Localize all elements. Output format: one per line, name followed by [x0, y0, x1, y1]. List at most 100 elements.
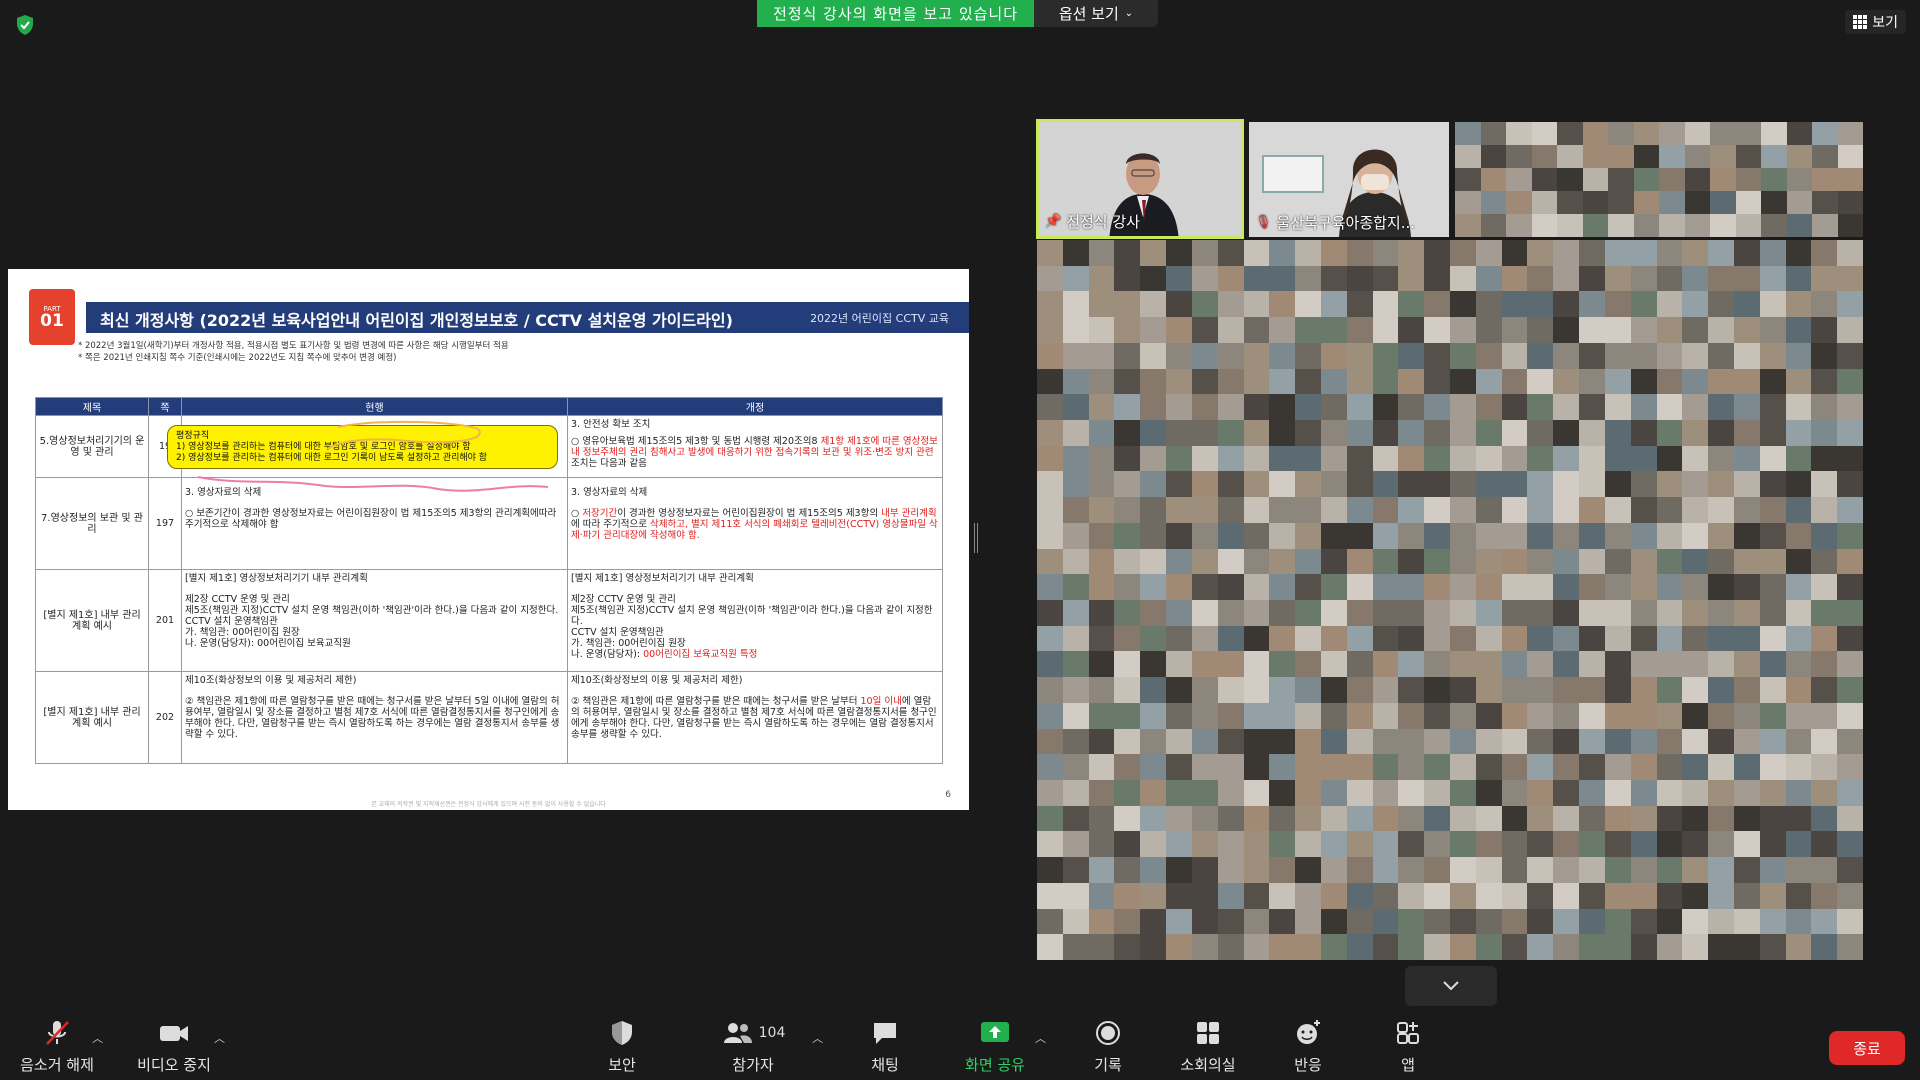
security-button[interactable]: 보안 [572, 1018, 672, 1075]
revised-body: ② 책임관은 제1항에 따른 열람청구를 받은 때에는 청구서를 받은 날부터 … [571, 696, 939, 740]
share-screen-label: 화면 공유 [965, 1056, 1025, 1074]
revised-text: 에 따라 주기적으로 [571, 519, 650, 530]
participants-button[interactable]: 104 참가자 [703, 1018, 803, 1075]
share-screen-icon [981, 1022, 1009, 1042]
participant-count: 104 [758, 1025, 786, 1041]
meeting-toolbar: 음소거 해제 ︿ 비디오 중지 ︿ 보안 104 참가자 ︿ 채팅 화면 공유 [0, 1010, 1920, 1080]
stop-video-label: 비디오 중지 [137, 1056, 211, 1074]
reactions-button[interactable]: 반응 [1258, 1018, 1358, 1075]
revised-head: 3. 안전성 확보 조치 [571, 419, 651, 430]
breakout-rooms-label: 소회의실 [1180, 1056, 1236, 1074]
slide-title-bar: 최신 개정사항 (2022년 보육사업안내 어린이집 개인정보보호 / CCTV… [86, 302, 969, 333]
row-page: 197 [148, 477, 182, 570]
table-row: [별지 제1호] 내부 관리계획 예시 201 [별지 제1호] 영상정보처리기… [35, 569, 943, 672]
video-camera-icon [160, 1026, 188, 1041]
now-body: ○ 보존기간이 경과한 영상정보자료는 어린이집원장이 법 제15조의5 제3항… [185, 508, 557, 530]
apps-button[interactable]: 앱 [1358, 1018, 1458, 1075]
audio-options-caret[interactable]: ︿ [92, 1030, 103, 1046]
presenter-name: 전정식 강사 [1066, 213, 1140, 231]
share-options-caret[interactable]: ︿ [1035, 1030, 1046, 1046]
now-body: ② 책임관은 제1항에 따른 열람청구를 받은 때에는 청구서를 받은 날부터 … [185, 696, 560, 740]
participants-options-caret[interactable]: ︿ [812, 1030, 823, 1046]
part-badge: PART 01 [29, 289, 75, 345]
row-title: [별지 제1호] 내부 관리계획 예시 [35, 569, 149, 672]
participant-name: 울산북구육아종합지... [1276, 214, 1416, 232]
row-revised: 3. 영상자료의 삭제 ○ 저장기간이 경과한 영상정보자료는 어린이집원장이 … [567, 477, 943, 570]
col-header-page: 쪽 [148, 397, 182, 416]
participants-icon-group: 104 [721, 1018, 786, 1048]
part-label: PART [43, 305, 61, 313]
reactions-label: 반응 [1294, 1056, 1322, 1074]
revised-red-text: 00어린이집 보육교직원 특정 [643, 649, 758, 660]
slide-header-right: 2022년 어린이집 CCTV 교육 [810, 312, 949, 325]
row-revised: 3. 안전성 확보 조치 ○ 영유아보육법 제15조의5 제3항 및 동법 시행… [567, 415, 943, 478]
video-tile-pixelated-top[interactable] [1455, 122, 1863, 237]
revised-text: 조치는 다음과 같음 [571, 458, 647, 469]
apps-label: 앱 [1401, 1056, 1415, 1074]
record-icon [1096, 1021, 1120, 1045]
row-revised: 제10조(화상정보의 이용 및 제공처리 제한) ② 책임관은 제1항에 따른 … [567, 671, 943, 764]
col-header-title: 제목 [35, 397, 149, 416]
view-options-button[interactable]: 옵션 보기 ⌄ [1034, 0, 1158, 27]
security-label: 보안 [608, 1056, 636, 1074]
table-row: [별지 제1호] 내부 관리계획 예시 202 제10조(화상정보의 이용 및 … [35, 671, 943, 764]
row-title: 7.영상정보의 보관 및 관리 [35, 477, 149, 570]
shared-screen-slide: 최신 개정사항 (2022년 보육사업안내 어린이집 개인정보보호 / CCTV… [8, 269, 969, 810]
slide-title: 최신 개정사항 (2022년 보육사업안내 어린이집 개인정보보호 / CCTV… [100, 311, 733, 330]
shield-icon [612, 1021, 632, 1045]
apps-icon [1397, 1022, 1419, 1044]
chevron-down-icon: ⌄ [1124, 8, 1134, 19]
share-screen-button[interactable]: 화면 공유 [945, 1018, 1045, 1075]
revised-text: 이 경과한 영상정보자료는 어린이집원장이 법 제15조의5 제3항의 [617, 508, 882, 519]
slide-copyright: 본 교재의 저작권 및 지적재산권은 전정식 강사에게 있으며 사전 동의 없이… [371, 801, 606, 808]
sharing-text: 전정식 강사의 화면을 보고 있습니다 [772, 5, 1019, 23]
end-meeting-button[interactable]: 종료 [1829, 1031, 1905, 1065]
revised-text: ② 책임관은 제1항에 따른 열람청구를 받은 때에는 청구서를 받은 날부터 [571, 696, 861, 707]
revised-head: [별지 제1호] 영상정보처리기기 내부 관리계획 [571, 573, 754, 584]
part-number: 01 [40, 311, 64, 331]
layout-view-button[interactable]: 보기 [1845, 10, 1906, 34]
table-header-row: 제목 쪽 현행 개정 [35, 397, 943, 416]
row-revised: [별지 제1호] 영상정보처리기기 내부 관리계획 제2장 CCTV 운영 및 … [567, 569, 943, 672]
revised-text: ○ [571, 508, 583, 519]
revised-red-text: 내부 관리계획 [881, 508, 937, 519]
chevron-down-icon [1443, 981, 1459, 991]
chat-button[interactable]: 채팅 [835, 1018, 935, 1075]
now-head: [별지 제1호] 영상정보처리기기 내부 관리계획 [185, 573, 368, 584]
revised-text: ○ 영유아보육법 제15조의5 제3항 및 동법 시행령 제20조의8 [571, 436, 821, 447]
revised-red-text: 10일 이내 [860, 696, 902, 707]
video-options-caret[interactable]: ︿ [214, 1030, 225, 1046]
smiley-plus-icon [1297, 1020, 1320, 1044]
row-title: 5.영상정보처리기기의 운영 및 관리 [35, 415, 149, 478]
col-header-now: 현행 [181, 397, 568, 416]
row-page: 202 [148, 671, 182, 764]
row-now: [별지 제1호] 영상정보처리기기 내부 관리계획 제2장 CCTV 운영 및 … [181, 569, 568, 672]
view-options-label: 옵션 보기 [1058, 5, 1119, 23]
revised-red-text: 저장기간 [582, 508, 618, 519]
revised-body: 제2장 CCTV 운영 및 관리 제5조(책임관 지정)CCTV 설치 운영 책… [571, 594, 939, 660]
breakout-rooms-icon [1197, 1022, 1219, 1044]
breakout-rooms-button[interactable]: 소회의실 [1158, 1018, 1258, 1075]
revised-body: ○ 저장기간이 경과한 영상정보자료는 어린이집원장이 법 제15조의5 제3항… [571, 508, 939, 541]
screen-share-banner: 전정식 강사의 화면을 보고 있습니다 [757, 0, 1034, 27]
participant-video-grid[interactable] [1037, 240, 1863, 960]
pen-annotation-scribble [197, 420, 549, 492]
grid-view-icon [1853, 15, 1868, 29]
encryption-shield-icon[interactable] [14, 14, 36, 36]
muted-mic-icon [46, 1021, 69, 1045]
col-header-revised: 개정 [567, 397, 943, 416]
stop-video-button[interactable]: 비디오 중지 [124, 1018, 224, 1075]
participant-name-tag: 🎙 울산북구육아종합지... [1255, 212, 1415, 233]
record-button[interactable]: 기록 [1058, 1018, 1158, 1075]
row-title: [별지 제1호] 내부 관리계획 예시 [35, 671, 149, 764]
layout-view-label: 보기 [1872, 15, 1898, 31]
end-meeting-label: 종료 [1853, 1039, 1881, 1058]
video-tile-participant[interactable]: 🎙 울산북구육아종합지... [1249, 122, 1449, 237]
unmute-button[interactable]: 음소거 해제 [7, 1018, 107, 1075]
split-view-resize-handle[interactable] [974, 523, 978, 553]
participants-label: 참가자 [732, 1056, 774, 1074]
video-tile-presenter[interactable]: 📌 전정식 강사 [1036, 119, 1244, 239]
row-page: 201 [148, 569, 182, 672]
slide-notes: * 2022년 3월1일(새학기)부터 개정사항 적용, 적용시점 별도 표기사… [78, 340, 509, 364]
gallery-expand-button[interactable] [1405, 966, 1497, 1006]
